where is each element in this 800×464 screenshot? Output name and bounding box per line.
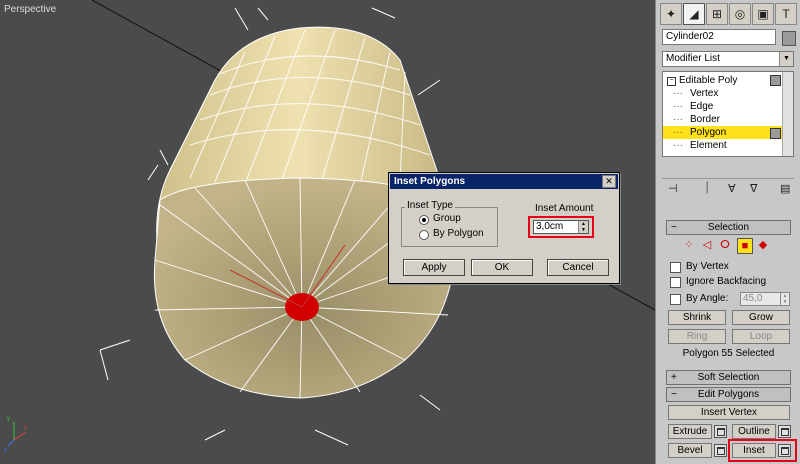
svg-text:z: z bbox=[4, 448, 7, 454]
stack-scrollbar[interactable] bbox=[782, 72, 793, 156]
by-angle-checkbox[interactable] bbox=[670, 294, 681, 305]
angle-spinner[interactable]: 45,0 ▲ ▼ bbox=[740, 292, 790, 306]
stack-item-edge[interactable]: ··· Edge bbox=[663, 100, 785, 113]
modifier-list-dropdown[interactable]: Modifier List ▼ bbox=[662, 51, 794, 67]
vertex-mode-icon[interactable]: ⁘ bbox=[682, 238, 696, 252]
selection-status: Polygon 55 Selected bbox=[682, 348, 775, 359]
soft-selection-title: Soft Selection bbox=[697, 372, 760, 383]
selection-rollout-title: Selection bbox=[707, 222, 750, 233]
by-angle-label[interactable]: By Angle: bbox=[686, 293, 728, 304]
outline-button[interactable]: Outline bbox=[732, 424, 776, 439]
modify-icon[interactable]: ◢ bbox=[683, 3, 705, 25]
stack-polygon-icon bbox=[770, 128, 781, 139]
edit-polygons-title: Edit Polygons bbox=[697, 389, 760, 400]
svg-text:y: y bbox=[7, 416, 10, 422]
stack-item-editable-poly[interactable]: − Editable Poly bbox=[663, 74, 785, 87]
inset-highlight bbox=[728, 439, 797, 462]
dialog-title-bar[interactable]: Inset Polygons ✕ bbox=[390, 174, 618, 189]
configure-sets-icon[interactable]: ▤ bbox=[780, 182, 790, 195]
extrude-settings-icon[interactable] bbox=[714, 425, 727, 438]
stack-root-label: Editable Poly bbox=[679, 75, 738, 86]
extrude-button[interactable]: Extrude bbox=[668, 424, 712, 439]
shrink-button[interactable]: Shrink bbox=[668, 310, 726, 325]
edit-polygons-rollout-header[interactable]: − Edit Polygons bbox=[666, 387, 791, 402]
grow-button[interactable]: Grow bbox=[732, 310, 790, 325]
ignore-backfacing-label[interactable]: Ignore Backfacing bbox=[686, 276, 766, 287]
outline-settings-icon[interactable] bbox=[778, 425, 791, 438]
command-panel-tabs: ✦ ◢ ⊞ ◎ ▣ T bbox=[660, 3, 800, 25]
perspective-viewport[interactable]: Perspective y x z Inset Polygons ✕ Inset… bbox=[0, 0, 655, 464]
stack-root-icon bbox=[770, 75, 781, 86]
stack-toolbar: ⊣ ⏐ ∀ ᐁ ▤ bbox=[662, 178, 794, 197]
soft-selection-rollout-header[interactable]: + Soft Selection bbox=[666, 370, 791, 385]
by-polygon-label[interactable]: By Polygon bbox=[433, 228, 484, 239]
dialog-title: Inset Polygons bbox=[394, 176, 466, 187]
hierarchy-icon[interactable]: ⊞ bbox=[706, 3, 728, 25]
close-icon[interactable]: ✕ bbox=[602, 175, 616, 188]
angle-value[interactable]: 45,0 bbox=[743, 293, 762, 304]
cancel-button[interactable]: Cancel bbox=[547, 259, 609, 276]
object-name-field[interactable]: Cylinder02 bbox=[662, 29, 776, 45]
apply-button[interactable]: Apply bbox=[403, 259, 465, 276]
ignore-backfacing-checkbox[interactable] bbox=[670, 277, 681, 288]
modifier-stack: − Editable Poly ··· Vertex ··· Edge ··· Bor… bbox=[662, 71, 794, 157]
utilities-icon[interactable]: T bbox=[775, 3, 797, 25]
polygon-mode-icon[interactable]: ■ bbox=[737, 238, 753, 254]
pin-stack-icon[interactable]: ⊣ bbox=[668, 182, 678, 195]
stack-item-vertex[interactable]: ··· Vertex bbox=[663, 87, 785, 100]
collapse-sign-icon: − bbox=[671, 389, 677, 400]
group-label[interactable]: Group bbox=[433, 213, 461, 224]
inset-amount-highlight bbox=[528, 216, 594, 238]
expand-sign-icon: + bbox=[671, 372, 677, 383]
bevel-button[interactable]: Bevel bbox=[668, 443, 712, 458]
ok-button[interactable]: OK bbox=[471, 259, 533, 276]
show-end-result-icon[interactable]: ⏐ bbox=[704, 182, 710, 195]
by-vertex-label[interactable]: By Vertex bbox=[686, 261, 729, 272]
remove-modifier-icon[interactable]: ᐁ bbox=[750, 182, 758, 195]
by-polygon-radio[interactable] bbox=[419, 230, 429, 240]
stack-item-polygon[interactable]: ··· Polygon bbox=[663, 126, 785, 139]
modifier-list-label: Modifier List bbox=[666, 53, 720, 64]
stack-item-element[interactable]: ··· Element bbox=[663, 139, 785, 152]
display-icon[interactable]: ▣ bbox=[752, 3, 774, 25]
create-icon[interactable]: ✦ bbox=[660, 3, 682, 25]
inset-polygons-dialog: Inset Polygons ✕ Inset Type Group By Pol… bbox=[388, 172, 620, 284]
collapse-sign-icon: − bbox=[671, 222, 677, 233]
stack-item-border[interactable]: ··· Border bbox=[663, 113, 785, 126]
element-mode-icon[interactable]: ◆ bbox=[756, 238, 770, 252]
inset-amount-label: Inset Amount bbox=[535, 203, 594, 214]
spinner-arrows-icon[interactable]: ▲ ▼ bbox=[780, 293, 789, 305]
insert-vertex-button[interactable]: Insert Vertex bbox=[668, 405, 790, 420]
make-unique-icon[interactable]: ∀ bbox=[728, 182, 736, 195]
collapse-icon[interactable]: − bbox=[667, 77, 676, 86]
object-color-swatch[interactable] bbox=[782, 31, 796, 46]
border-mode-icon[interactable]: ⵔ bbox=[718, 238, 732, 252]
edge-mode-icon[interactable]: ◁ bbox=[700, 238, 714, 252]
by-vertex-checkbox[interactable] bbox=[670, 262, 681, 273]
motion-icon[interactable]: ◎ bbox=[729, 3, 751, 25]
chevron-down-icon[interactable]: ▼ bbox=[779, 52, 793, 66]
ring-button[interactable]: Ring bbox=[668, 329, 726, 344]
bevel-settings-icon[interactable] bbox=[714, 444, 727, 457]
group-radio[interactable] bbox=[419, 215, 429, 225]
command-panel: ✦ ◢ ⊞ ◎ ▣ T Cylinder02 Modifier List ▼ −… bbox=[655, 0, 800, 464]
selection-rollout-header[interactable]: − Selection bbox=[666, 220, 791, 235]
inset-type-label: Inset Type bbox=[405, 200, 455, 211]
svg-text:x: x bbox=[24, 425, 27, 431]
loop-button[interactable]: Loop bbox=[732, 329, 790, 344]
